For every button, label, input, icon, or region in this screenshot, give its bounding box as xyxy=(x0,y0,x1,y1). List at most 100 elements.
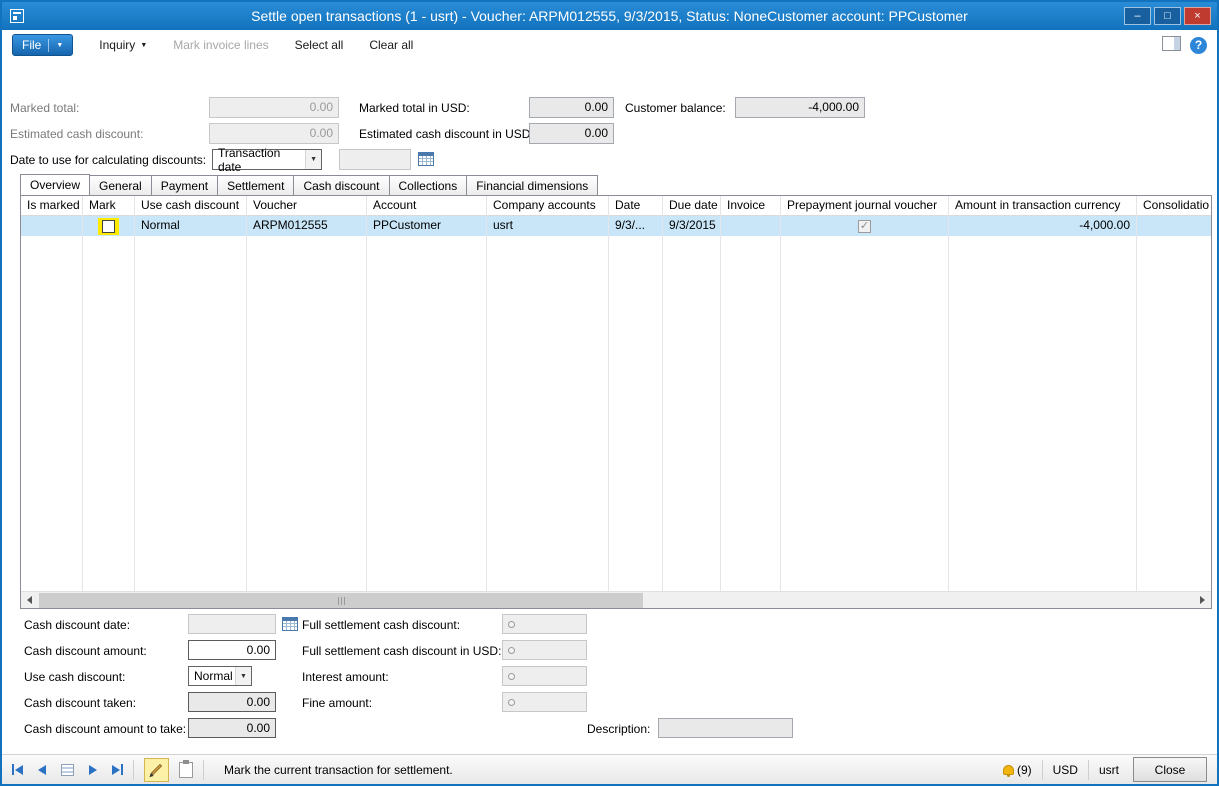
edit-record-button[interactable] xyxy=(144,758,169,782)
cell-company-accounts[interactable]: usrt xyxy=(487,216,608,236)
cell-use-cash-discount[interactable]: Normal xyxy=(135,216,246,236)
scroll-left-icon xyxy=(27,596,32,604)
interest-amount-label: Interest amount: xyxy=(302,670,389,684)
tab-general[interactable]: General xyxy=(89,175,152,195)
marked-total-usd-field: 0.00 xyxy=(529,97,614,118)
cell-consolidation[interactable] xyxy=(1137,216,1211,236)
next-record-button[interactable] xyxy=(89,765,97,775)
column-header-company-accounts[interactable]: Company accounts xyxy=(487,196,608,216)
cash-discount-taken-field: 0.00 xyxy=(188,692,276,712)
titlebar: Settle open transactions (1 - usrt) - Vo… xyxy=(2,2,1217,30)
currency-indicator: USD xyxy=(1053,763,1078,777)
tab-payment[interactable]: Payment xyxy=(151,175,218,195)
horizontal-scrollbar[interactable] xyxy=(21,591,1211,608)
cell-prepayment-journal-voucher[interactable]: ✓ xyxy=(781,216,948,236)
company-indicator: usrt xyxy=(1099,763,1119,777)
interest-amount-field xyxy=(502,666,587,686)
select-all-button[interactable]: Select all xyxy=(295,38,344,52)
discount-date-field xyxy=(339,149,411,170)
layout-panes-icon[interactable] xyxy=(1162,36,1181,54)
cell-voucher[interactable]: ARPM012555 xyxy=(247,216,366,236)
cash-discount-amount-field[interactable]: 0.00 xyxy=(188,640,276,660)
full-settlement-cash-discount-label: Full settlement cash discount: xyxy=(302,618,460,632)
discount-date-label: Date to use for calculating discounts: xyxy=(10,153,206,167)
first-record-button[interactable] xyxy=(12,764,23,775)
column-header-prepayment-journal-voucher[interactable]: Prepayment journal voucher xyxy=(781,196,948,216)
estimated-cash-discount-field: 0.00 xyxy=(209,123,339,144)
cell-invoice[interactable] xyxy=(721,216,780,236)
check-icon: ✓ xyxy=(860,221,869,232)
close-window-button[interactable]: × xyxy=(1184,7,1211,25)
estimated-cash-discount-usd-label: Estimated cash discount in USD: xyxy=(359,127,534,141)
scrollbar-grip xyxy=(338,597,339,605)
tab-cash-discount[interactable]: Cash discount xyxy=(293,175,389,195)
tab-financial-dimensions[interactable]: Financial dimensions xyxy=(466,175,598,195)
chevron-down-icon: ▼ xyxy=(240,673,247,680)
grid-view-icon[interactable] xyxy=(61,764,74,776)
close-icon: × xyxy=(1194,10,1200,22)
help-icon[interactable]: ? xyxy=(1190,37,1207,54)
cell-amount[interactable]: -4,000.00 xyxy=(949,216,1136,236)
column-header-account[interactable]: Account xyxy=(367,196,486,216)
window-title: Settle open transactions (1 - usrt) - Vo… xyxy=(2,8,1217,24)
notification-bell-icon[interactable] xyxy=(1003,765,1014,775)
cell-mark[interactable] xyxy=(83,216,134,236)
status-help-text: Mark the current transaction for settlem… xyxy=(224,763,453,777)
record-navigation xyxy=(12,764,123,776)
column-header-consolidation[interactable]: Consolidatio xyxy=(1137,196,1211,216)
column-header-use-cash-discount[interactable]: Use cash discount xyxy=(135,196,246,216)
inquiry-menu-button[interactable]: Inquiry ▼ xyxy=(99,38,147,52)
calendar-icon[interactable] xyxy=(282,616,298,631)
full-settlement-cash-discount-usd-label: Full settlement cash discount in USD: xyxy=(302,644,501,658)
scrollbar-grip xyxy=(344,597,345,605)
tab-overview[interactable]: Overview xyxy=(20,174,90,195)
tab-collections[interactable]: Collections xyxy=(389,175,468,195)
scroll-right-button[interactable] xyxy=(1194,592,1211,608)
cash-discount-date-field xyxy=(188,614,276,634)
cell-due-date[interactable]: 9/3/2015 xyxy=(663,216,720,236)
use-cash-discount-select[interactable]: Normal ▼ xyxy=(188,666,252,686)
discount-date-type-select[interactable]: Transaction date ▼ xyxy=(212,149,322,170)
tab-strip: Overview General Payment Settlement Cash… xyxy=(20,174,597,195)
mark-checkbox[interactable] xyxy=(102,220,115,233)
minimize-button[interactable]: – xyxy=(1124,7,1151,25)
file-menu-button[interactable]: File ▼ xyxy=(12,34,73,56)
notification-count[interactable]: (9) xyxy=(1017,763,1032,777)
cell-is-marked[interactable] xyxy=(21,216,82,236)
settle-open-transactions-window: Settle open transactions (1 - usrt) - Vo… xyxy=(0,0,1219,786)
cell-date[interactable]: 9/3/... xyxy=(609,216,662,236)
empty-marker-icon xyxy=(508,673,515,680)
scroll-left-button[interactable] xyxy=(21,592,38,608)
column-header-mark[interactable]: Mark xyxy=(83,196,134,216)
previous-record-button[interactable] xyxy=(38,765,46,775)
form-icon xyxy=(9,8,25,24)
description-label: Description: xyxy=(587,722,650,736)
tab-settlement[interactable]: Settlement xyxy=(217,175,294,195)
statusbar-divider xyxy=(1042,760,1043,780)
estimated-cash-discount-label: Estimated cash discount: xyxy=(10,127,143,141)
description-field[interactable] xyxy=(658,718,793,738)
maximize-button[interactable]: □ xyxy=(1154,7,1181,25)
column-header-due-date[interactable]: Due date xyxy=(663,196,720,216)
scrollbar-grip xyxy=(341,597,342,605)
chevron-down-icon: ▼ xyxy=(140,42,147,49)
column-header-invoice[interactable]: Invoice xyxy=(721,196,780,216)
close-button[interactable]: Close xyxy=(1133,757,1207,782)
scrollbar-thumb[interactable] xyxy=(39,593,643,608)
use-cash-discount-label: Use cash discount: xyxy=(24,670,125,684)
cash-discount-amount-to-take-field: 0.00 xyxy=(188,718,276,738)
column-header-voucher[interactable]: Voucher xyxy=(247,196,366,216)
document-icon[interactable] xyxy=(179,762,193,778)
clear-all-button[interactable]: Clear all xyxy=(369,38,413,52)
column-header-is-marked[interactable]: Is marked xyxy=(21,196,82,216)
cash-discount-amount-label: Cash discount amount: xyxy=(24,644,147,658)
minimize-icon: – xyxy=(1134,10,1140,22)
fine-amount-field xyxy=(502,692,587,712)
chevron-down-icon: ▼ xyxy=(56,42,63,49)
cash-discount-amount-to-take-label: Cash discount amount to take: xyxy=(24,722,186,736)
column-header-amount-in-transaction-currency[interactable]: Amount in transaction currency xyxy=(949,196,1136,216)
calendar-icon[interactable] xyxy=(418,151,434,166)
column-header-date[interactable]: Date xyxy=(609,196,662,216)
cell-account[interactable]: PPCustomer xyxy=(367,216,486,236)
last-record-button[interactable] xyxy=(112,764,123,775)
